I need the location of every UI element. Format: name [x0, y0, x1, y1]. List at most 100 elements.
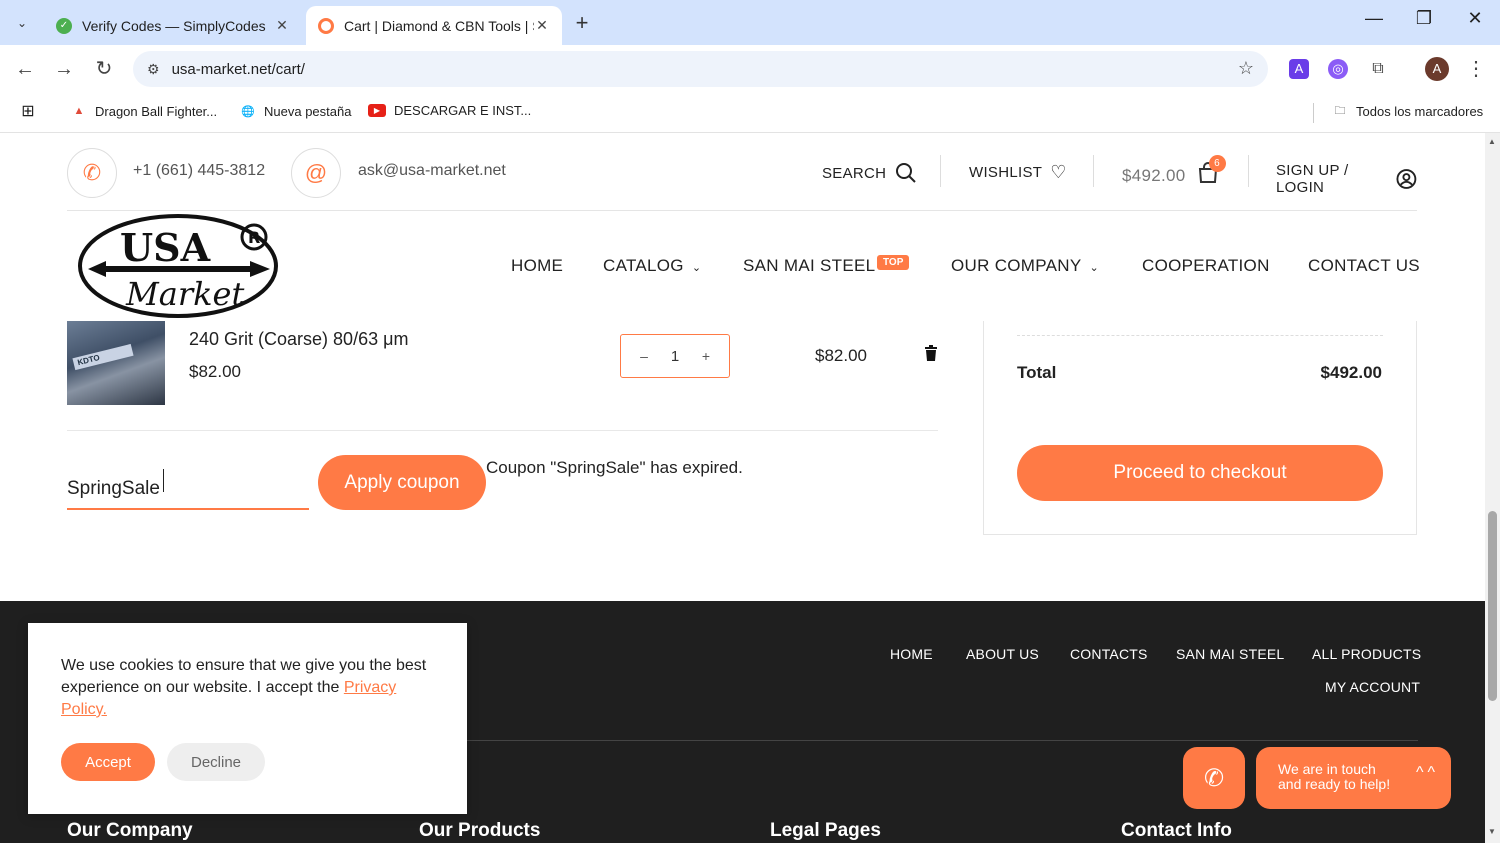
- close-window-icon[interactable]: ✕: [1455, 8, 1495, 29]
- reload-icon[interactable]: ↻: [92, 57, 116, 81]
- phone-handset-icon: ✆: [1203, 764, 1225, 792]
- bookmark-descargar[interactable]: ▶ DESCARGAR E INST...: [368, 103, 531, 118]
- phone-icon: ✆: [67, 148, 117, 198]
- close-tab-icon[interactable]: ✕: [274, 17, 290, 34]
- browser-menu-icon[interactable]: ⋮: [1466, 56, 1486, 81]
- at-sign-icon: @: [291, 148, 341, 198]
- footer-nav-san-mai-steel[interactable]: SAN MAI STEEL: [1176, 646, 1284, 662]
- phone-number[interactable]: +1 (661) 445-3812: [133, 162, 265, 180]
- new-tab-plus-icon[interactable]: +: [570, 10, 594, 36]
- tab-search-chevron-icon[interactable]: ⌄: [8, 9, 36, 37]
- proceed-to-checkout-button[interactable]: Proceed to checkout: [1017, 445, 1383, 501]
- usa-market-logo[interactable]: USA R Market: [78, 213, 280, 319]
- nav-cooperation[interactable]: COOPERATION: [1142, 256, 1270, 276]
- tab-cart[interactable]: Cart | Diamond & CBN Tools | S ✕: [306, 6, 562, 45]
- tab-title: Verify Codes — SimplyCodes: [82, 17, 266, 34]
- apply-coupon-button[interactable]: Apply coupon: [318, 455, 486, 510]
- total-value: $492.00: [1320, 363, 1382, 382]
- address-bar[interactable]: ⚙ usa-market.net/cart/ ☆: [133, 51, 1268, 87]
- login-link[interactable]: SIGN UP / LOGIN: [1276, 162, 1417, 196]
- scrollbar-thumb[interactable]: [1488, 511, 1497, 701]
- tab-simplycodes[interactable]: ✓ Verify Codes — SimplyCodes ✕: [44, 6, 302, 45]
- folder-icon: 🗀: [1334, 104, 1346, 117]
- extension-swirl-icon[interactable]: ◎: [1328, 59, 1348, 79]
- nav-home[interactable]: HOME: [511, 256, 563, 276]
- coupon-error-message: Coupon "SpringSale" has expired.: [486, 458, 743, 477]
- nav-catalog[interactable]: CATALOG ⌄: [603, 256, 701, 276]
- svg-text:USA: USA: [120, 225, 211, 270]
- site-settings-icon[interactable]: ⚙: [147, 61, 160, 78]
- footer-heading-contact-info: Contact Info: [1121, 820, 1232, 841]
- product-thumbnail[interactable]: KDTO: [67, 321, 165, 405]
- row-divider: [67, 430, 938, 431]
- cart-count-badge: 6: [1208, 155, 1226, 172]
- increase-quantity-button[interactable]: +: [699, 348, 713, 364]
- bookmark-label: Dragon Ball Fighter...: [95, 103, 218, 119]
- footer-nav-home[interactable]: HOME: [890, 646, 933, 662]
- call-button[interactable]: ✆: [1183, 747, 1245, 809]
- contact-widget-button[interactable]: We are in touch and ready to help! ^^: [1256, 747, 1451, 809]
- url-text: usa-market.net/cart/: [171, 60, 305, 78]
- wishlist-link[interactable]: WISHLIST ♡: [969, 162, 1067, 183]
- cart-totals-box: Total $492.00 Proceed to checkout: [983, 321, 1417, 535]
- page-scrollbar[interactable]: ▲ ▼: [1485, 133, 1500, 843]
- footer-heading-our-company: Our Company: [67, 820, 193, 841]
- divider: [1093, 155, 1094, 187]
- decline-cookies-button[interactable]: Decline: [167, 743, 265, 781]
- globe-icon: 🌐: [241, 105, 255, 118]
- user-circle-icon: [1396, 169, 1417, 189]
- email-address[interactable]: ask@usa-market.net: [358, 162, 506, 180]
- main-navigation: USA R Market HOME CATALOG ⌄ SAN MAI STEEL…: [0, 213, 1485, 321]
- footer-nav-all-products[interactable]: ALL PRODUCTS: [1312, 646, 1421, 662]
- product-price: $82.00: [189, 362, 241, 381]
- thumbnail-label: KDTO: [72, 343, 134, 371]
- nav-san-mai-steel[interactable]: SAN MAI STEEL: [743, 256, 875, 276]
- cart-total: $492.00: [1122, 165, 1186, 185]
- youtube-icon: ▶: [368, 104, 386, 117]
- bookmark-star-icon[interactable]: ☆: [1238, 58, 1254, 79]
- profile-avatar[interactable]: A: [1425, 57, 1449, 81]
- line-total: $82.00: [815, 346, 867, 365]
- divider: [1248, 155, 1249, 187]
- footer-nav-contacts[interactable]: CONTACTS: [1070, 646, 1148, 662]
- bookmark-separator: [1313, 103, 1314, 123]
- scroll-down-arrow-icon[interactable]: ▼: [1488, 827, 1496, 836]
- bookmark-label: Nueva pestaña: [264, 103, 352, 119]
- quantity-stepper: – 1 +: [620, 334, 730, 378]
- extensions-puzzle-icon[interactable]: ⧉: [1368, 59, 1388, 79]
- chevron-down-icon: ⌄: [1089, 262, 1100, 274]
- simplycodes-favicon-icon: ✓: [56, 17, 72, 34]
- nav-our-company[interactable]: OUR COMPANY ⌄: [951, 256, 1099, 276]
- close-tab-icon[interactable]: ✕: [534, 17, 550, 34]
- accept-cookies-button[interactable]: Accept: [61, 743, 155, 781]
- bookmark-dragon-ball[interactable]: ▲ Dragon Ball Fighter...: [71, 103, 218, 119]
- trash-icon[interactable]: [924, 345, 938, 361]
- svg-text:R: R: [248, 228, 260, 247]
- search-link[interactable]: SEARCH: [822, 162, 917, 184]
- restore-icon[interactable]: ❐: [1404, 8, 1444, 29]
- footer-nav-about-us[interactable]: ABOUT US: [966, 646, 1039, 662]
- all-bookmarks-folder[interactable]: 🗀 Todos los marcadores: [1332, 103, 1484, 119]
- footer-nav-my-account[interactable]: MY ACCOUNT: [1325, 679, 1420, 695]
- bookmark-nueva-pestana[interactable]: 🌐 Nueva pestaña: [240, 103, 351, 119]
- quantity-value[interactable]: 1: [671, 348, 679, 365]
- nav-contact-us[interactable]: CONTACT US: [1308, 256, 1420, 276]
- product-name[interactable]: 240 Grit (Coarse) 80/63 μm: [189, 329, 408, 350]
- back-arrow-icon[interactable]: ←: [13, 57, 37, 81]
- nav-our-company-label: OUR COMPANY: [951, 256, 1082, 275]
- web-page: ✆ +1 (661) 445-3812 @ ask@usa-market.net…: [0, 133, 1485, 843]
- chevron-down-icon: ⌄: [691, 262, 702, 274]
- scroll-up-arrow-icon[interactable]: ▲: [1488, 137, 1496, 146]
- text-caret: [163, 469, 164, 492]
- nav-catalog-label: CATALOG: [603, 256, 684, 275]
- decrease-quantity-button[interactable]: –: [637, 348, 651, 364]
- minimize-icon[interactable]: —: [1354, 8, 1394, 29]
- top-badge: TOP: [877, 255, 910, 270]
- apps-grid-icon[interactable]: ⊞: [20, 103, 44, 120]
- extension-a-icon[interactable]: A: [1289, 59, 1309, 79]
- coupon-input[interactable]: [67, 455, 309, 510]
- forward-arrow-icon[interactable]: →: [52, 57, 76, 81]
- cart-bag-icon: 6: [1198, 155, 1226, 189]
- mini-cart[interactable]: $492.00 6: [1122, 155, 1226, 189]
- browser-toolbar: ← → ↻ ⚙ usa-market.net/cart/ ☆ A ◎ ⧉ A ⋮: [0, 45, 1500, 93]
